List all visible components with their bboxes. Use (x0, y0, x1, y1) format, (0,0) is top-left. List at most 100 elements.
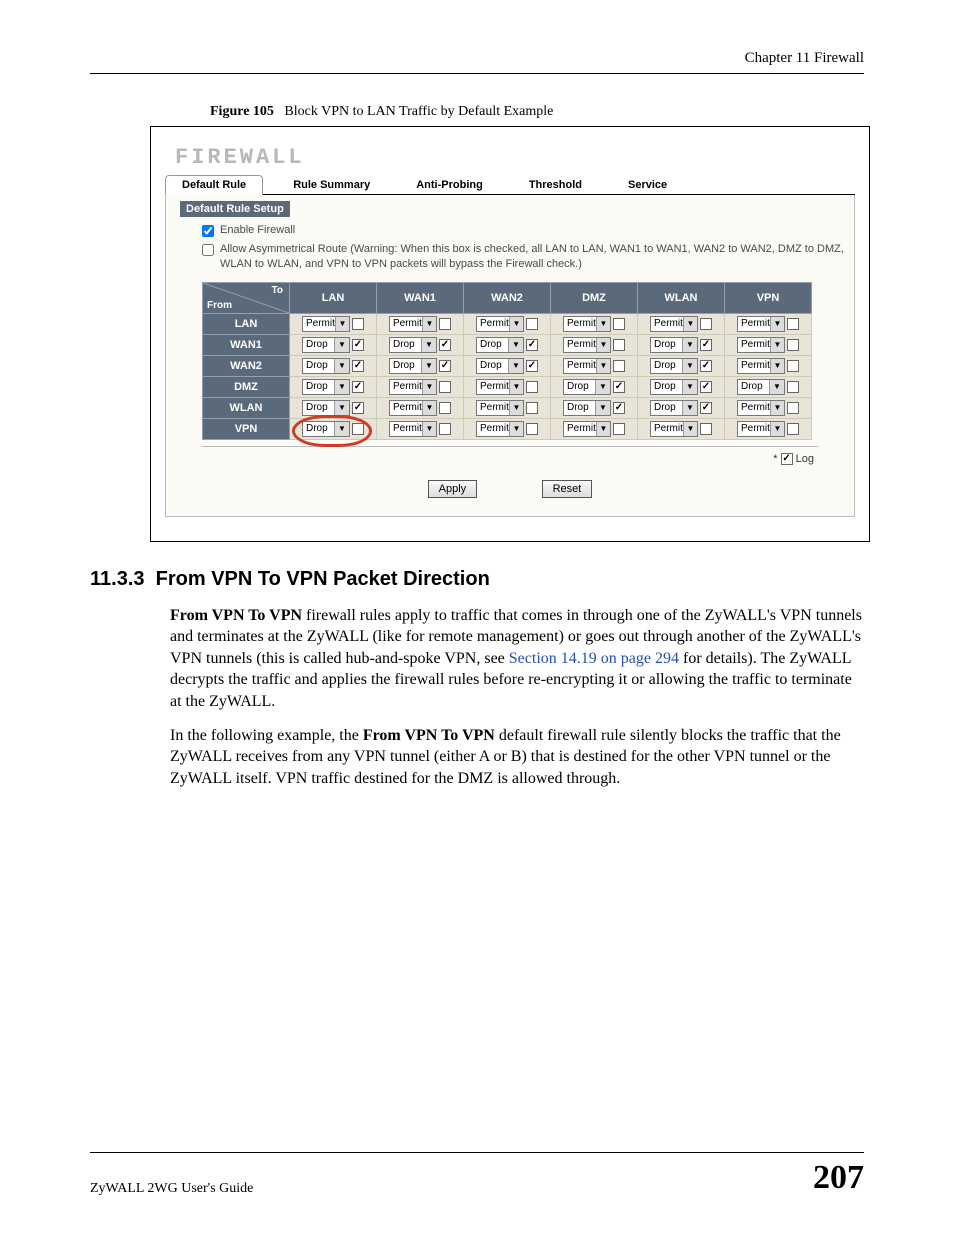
rule-action-select[interactable]: Permit▼ (650, 316, 698, 332)
rule-action-select[interactable]: Drop▼ (302, 358, 350, 374)
rule-log-checkbox[interactable] (787, 339, 799, 351)
rule-log-checkbox[interactable] (526, 339, 538, 351)
rule-action-select[interactable]: Drop▼ (737, 379, 785, 395)
rule-log-checkbox[interactable] (352, 339, 364, 351)
rule-log-checkbox[interactable] (439, 318, 451, 330)
tab-anti-probing[interactable]: Anti-Probing (400, 176, 499, 194)
rule-action-select[interactable]: Permit▼ (737, 316, 785, 332)
rule-log-checkbox[interactable] (787, 318, 799, 330)
rule-log-checkbox[interactable] (613, 318, 625, 330)
rule-action-select[interactable]: Permit▼ (737, 400, 785, 416)
rule-log-checkbox[interactable] (700, 402, 712, 414)
tab-default-rule[interactable]: Default Rule (165, 175, 263, 195)
rule-action-select[interactable]: Permit▼ (302, 316, 350, 332)
rule-action-select[interactable]: Drop▼ (389, 337, 437, 353)
section-number: 11.3.3 (90, 568, 145, 590)
rule-log-checkbox[interactable] (352, 318, 364, 330)
rule-action-select[interactable]: Permit▼ (476, 316, 524, 332)
rule-action-select[interactable]: Permit▼ (650, 421, 698, 437)
col-header-wan1: WAN1 (377, 282, 464, 313)
rule-log-checkbox[interactable] (787, 381, 799, 393)
p1-link[interactable]: Section 14.19 on page 294 (509, 650, 679, 667)
rule-log-checkbox[interactable] (613, 402, 625, 414)
rule-log-checkbox[interactable] (526, 423, 538, 435)
rule-log-checkbox[interactable] (613, 339, 625, 351)
rule-log-checkbox[interactable] (613, 360, 625, 372)
rule-action-select[interactable]: Permit▼ (389, 379, 437, 395)
rule-action-select[interactable]: Drop▼ (650, 379, 698, 395)
rule-action-select[interactable]: Drop▼ (563, 400, 611, 416)
rule-action-select[interactable]: Drop▼ (389, 358, 437, 374)
rule-cell: Drop▼ (290, 397, 377, 418)
rule-action-select[interactable]: Permit▼ (389, 400, 437, 416)
rule-action-select[interactable]: Drop▼ (476, 337, 524, 353)
rule-action-select[interactable]: Drop▼ (563, 379, 611, 395)
apply-button[interactable]: Apply (428, 480, 478, 498)
chevron-down-icon: ▼ (509, 380, 523, 394)
rule-action-select[interactable]: Permit▼ (476, 400, 524, 416)
firewall-screenshot: FIREWALL Default RuleRule SummaryAnti-Pr… (150, 126, 870, 542)
log-checkbox[interactable] (781, 453, 793, 465)
chevron-down-icon: ▼ (682, 401, 697, 415)
rule-action-select[interactable]: Permit▼ (737, 358, 785, 374)
rule-log-checkbox[interactable] (787, 360, 799, 372)
rule-log-checkbox[interactable] (526, 381, 538, 393)
rule-cell: Permit▼ (290, 313, 377, 334)
rule-action-select[interactable]: Permit▼ (389, 421, 437, 437)
col-header-wan2: WAN2 (464, 282, 551, 313)
rule-cell: Drop▼ (551, 376, 638, 397)
rule-cell: Drop▼ (638, 376, 725, 397)
rule-action-select[interactable]: Permit▼ (737, 337, 785, 353)
rule-log-checkbox[interactable] (439, 339, 451, 351)
firewall-panel: Default Rule Setup Enable Firewall Allow… (165, 195, 855, 517)
rule-log-checkbox[interactable] (700, 339, 712, 351)
rule-log-checkbox[interactable] (352, 402, 364, 414)
tab-rule-summary[interactable]: Rule Summary (277, 176, 386, 194)
asymmetrical-route-checkbox[interactable] (202, 244, 214, 256)
rule-action-select[interactable]: Drop▼ (302, 379, 350, 395)
rule-action-select[interactable]: Drop▼ (302, 337, 350, 353)
rule-log-checkbox[interactable] (526, 360, 538, 372)
rule-log-checkbox[interactable] (700, 381, 712, 393)
rule-action-select[interactable]: Permit▼ (563, 316, 611, 332)
rule-log-checkbox[interactable] (439, 381, 451, 393)
reset-button[interactable]: Reset (542, 480, 593, 498)
rule-log-checkbox[interactable] (526, 402, 538, 414)
rule-action-select[interactable]: Permit▼ (563, 337, 611, 353)
rule-log-checkbox[interactable] (700, 423, 712, 435)
rule-log-checkbox[interactable] (352, 381, 364, 393)
rule-log-checkbox[interactable] (787, 423, 799, 435)
rule-action-select[interactable]: Permit▼ (563, 358, 611, 374)
rule-log-checkbox[interactable] (439, 402, 451, 414)
chevron-down-icon: ▼ (770, 401, 784, 415)
rule-action-select[interactable]: Drop▼ (302, 421, 350, 437)
chevron-down-icon: ▼ (422, 317, 436, 331)
rule-log-checkbox[interactable] (700, 360, 712, 372)
rule-log-checkbox[interactable] (439, 360, 451, 372)
rule-action-select[interactable]: Drop▼ (650, 400, 698, 416)
rule-action-select[interactable]: Permit▼ (476, 421, 524, 437)
rule-log-checkbox[interactable] (352, 423, 364, 435)
rule-action-select[interactable]: Drop▼ (476, 358, 524, 374)
rule-cell: Permit▼ (725, 334, 812, 355)
tab-service[interactable]: Service (612, 176, 683, 194)
rule-action-select[interactable]: Permit▼ (737, 421, 785, 437)
rule-log-checkbox[interactable] (613, 423, 625, 435)
rule-log-checkbox[interactable] (439, 423, 451, 435)
rule-action-select[interactable]: Permit▼ (563, 421, 611, 437)
rule-log-checkbox[interactable] (613, 381, 625, 393)
rule-log-checkbox[interactable] (700, 318, 712, 330)
rule-action-select[interactable]: Permit▼ (389, 316, 437, 332)
rule-action-select[interactable]: Drop▼ (650, 337, 698, 353)
rule-log-checkbox[interactable] (787, 402, 799, 414)
rule-action-select[interactable]: Drop▼ (302, 400, 350, 416)
rule-cell: Drop▼ (638, 397, 725, 418)
rule-action-select[interactable]: Permit▼ (476, 379, 524, 395)
rule-action-select[interactable]: Drop▼ (650, 358, 698, 374)
tab-threshold[interactable]: Threshold (513, 176, 598, 194)
rule-log-checkbox[interactable] (526, 318, 538, 330)
rule-log-checkbox[interactable] (352, 360, 364, 372)
chevron-down-icon: ▼ (508, 359, 523, 373)
enable-firewall-checkbox[interactable] (202, 225, 214, 237)
section-bar-default-rule: Default Rule Setup (180, 201, 290, 217)
